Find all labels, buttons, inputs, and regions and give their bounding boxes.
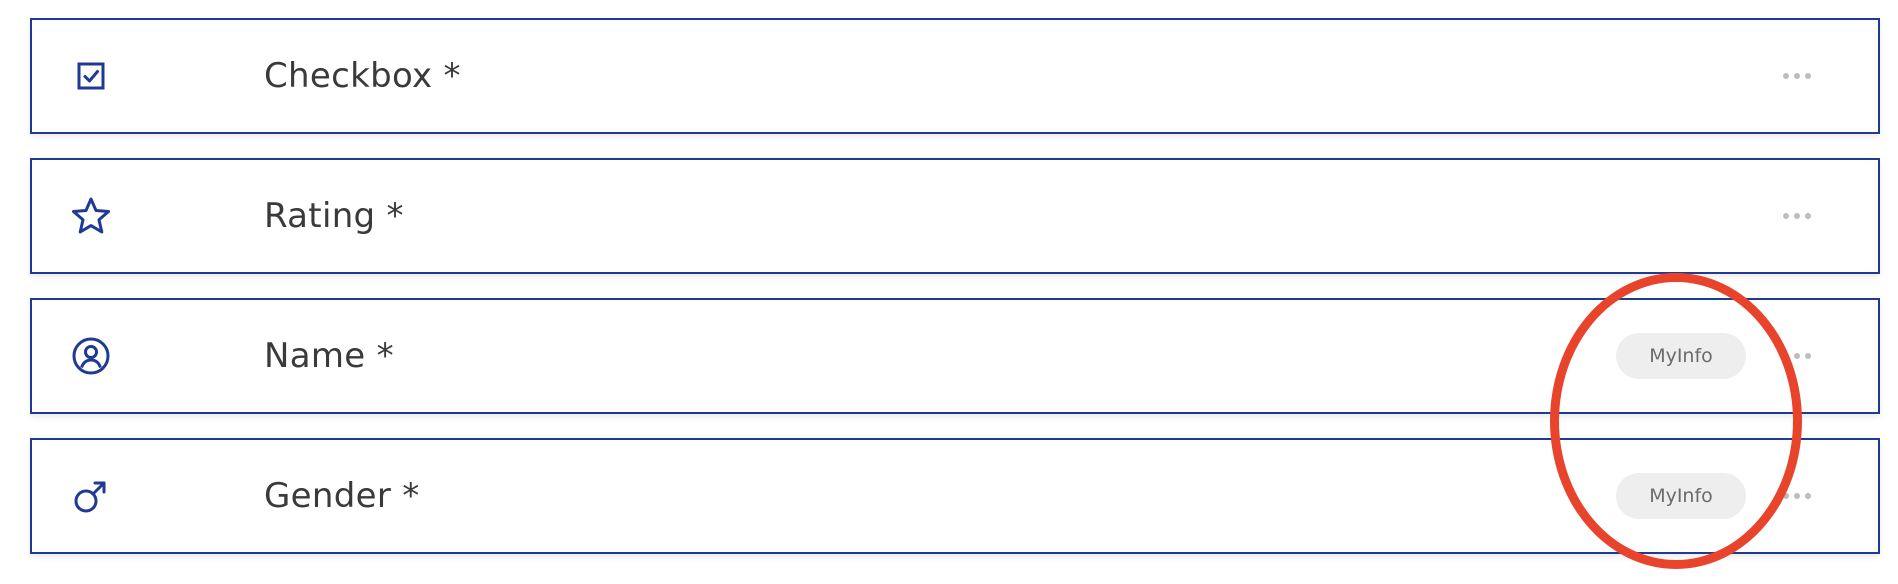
more-options-button[interactable] bbox=[1772, 61, 1822, 91]
myinfo-badge: MyInfo bbox=[1616, 473, 1746, 519]
star-icon bbox=[68, 193, 114, 239]
user-circle-icon bbox=[68, 333, 114, 379]
field-label: Rating * bbox=[264, 196, 404, 236]
more-icon-dot bbox=[1805, 213, 1811, 219]
field-label: Name * bbox=[264, 336, 394, 376]
more-icon-dot bbox=[1805, 493, 1811, 499]
field-label: Gender * bbox=[264, 476, 420, 516]
myinfo-badge: MyInfo bbox=[1616, 333, 1746, 379]
field-row-name[interactable]: Name * MyInfo bbox=[30, 298, 1880, 414]
more-icon bbox=[1783, 353, 1789, 359]
more-icon-dot bbox=[1794, 73, 1800, 79]
more-options-button[interactable] bbox=[1772, 341, 1822, 371]
more-options-button[interactable] bbox=[1772, 481, 1822, 511]
more-icon-dot bbox=[1794, 353, 1800, 359]
more-icon-dot bbox=[1794, 493, 1800, 499]
more-icon-dot bbox=[1805, 353, 1811, 359]
more-icon bbox=[1783, 73, 1789, 79]
more-icon-dot bbox=[1805, 73, 1811, 79]
male-symbol-icon bbox=[68, 473, 114, 519]
form-field-list: Checkbox * Rating * Name * MyInfo Gender… bbox=[0, 0, 1898, 584]
more-options-button[interactable] bbox=[1772, 201, 1822, 231]
field-row-checkbox[interactable]: Checkbox * bbox=[30, 18, 1880, 134]
field-row-gender[interactable]: Gender * MyInfo bbox=[30, 438, 1880, 554]
more-icon bbox=[1783, 213, 1789, 219]
checkbox-icon bbox=[68, 53, 114, 99]
field-row-rating[interactable]: Rating * bbox=[30, 158, 1880, 274]
more-icon bbox=[1783, 493, 1789, 499]
more-icon-dot bbox=[1794, 213, 1800, 219]
field-label: Checkbox * bbox=[264, 56, 461, 96]
